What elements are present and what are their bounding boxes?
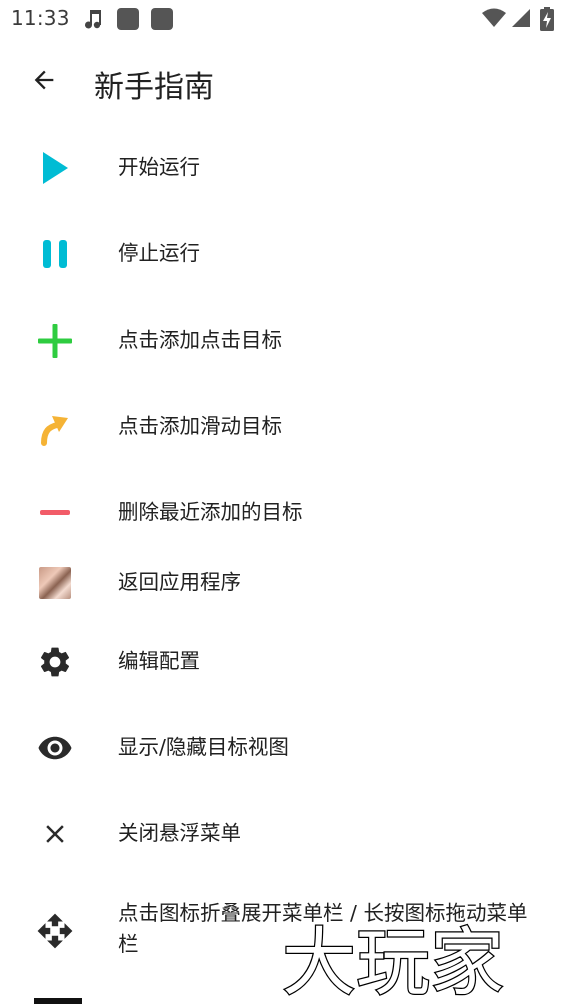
list-item-add-swipe-target[interactable]: 点击添加滑动目标 [0,402,564,452]
watermark-logo: 大玩家 [281,919,506,1000]
cell-signal-icon [510,7,532,33]
gear-icon [30,637,80,687]
minus-icon [30,488,80,538]
close-icon [30,809,80,859]
list-item-toggle-target-view[interactable]: 显示/隐藏目标视图 [0,723,564,773]
list-item-edit-config[interactable]: 编辑配置 [0,637,564,687]
list-item-label: 开始运行 [118,155,200,179]
list-item-start[interactable]: 开始运行 [0,143,564,193]
list-item-label: 显示/隐藏目标视图 [118,735,289,759]
list-item-label: 点击添加点击目标 [118,328,282,352]
move-icon [30,906,80,956]
bottom-edge-bar [34,998,82,1004]
list-item-label: 返回应用程序 [118,570,241,594]
plus-icon [30,316,80,366]
list-item-remove-last-target[interactable]: 删除最近添加的目标 [0,488,564,538]
list-item-label: 编辑配置 [118,649,200,673]
list-item-label: 关闭悬浮菜单 [118,821,241,845]
list-item-label: 点击添加滑动目标 [118,414,282,438]
list-item-return-to-app[interactable]: 返回应用程序 [0,558,564,608]
music-note-icon [80,7,104,35]
list-item-label: 停止运行 [118,241,200,265]
arrow-back-icon [30,66,58,98]
battery-charging-icon [540,7,554,35]
app-thumbnail-icon [30,558,80,608]
notification-square-icon [116,7,140,35]
eye-icon [30,723,80,773]
play-icon [30,143,80,193]
notification-square-icon [150,7,174,35]
list-item-stop[interactable]: 停止运行 [0,229,564,279]
list-item-close-floating-menu[interactable]: 关闭悬浮菜单 [0,809,564,859]
list-item-label: 删除最近添加的目标 [118,500,303,524]
watermark-text: 大玩家 [282,920,504,1000]
status-time: 11:33 [11,6,70,30]
status-bar: 11:33 [0,0,564,38]
wifi-icon [481,7,507,33]
app-bar: 新手指南 [0,38,564,124]
back-button[interactable] [22,60,66,104]
pause-icon [30,229,80,279]
page-title: 新手指南 [94,70,214,105]
swipe-arrow-icon [30,402,80,452]
list-item-add-click-target[interactable]: 点击添加点击目标 [0,316,564,366]
